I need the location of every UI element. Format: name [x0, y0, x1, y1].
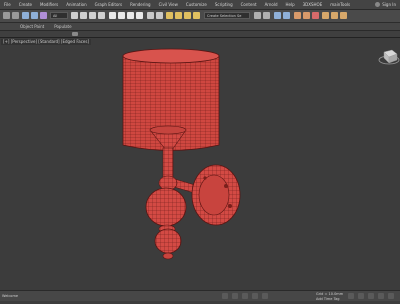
user-avatar-icon	[375, 2, 381, 7]
selection-region-icon[interactable]	[89, 12, 96, 19]
render-production-icon[interactable]	[340, 12, 347, 19]
menu-rendering[interactable]: Rendering	[126, 0, 154, 9]
menu-civil-view[interactable]: Civil View	[155, 0, 182, 9]
zoom-icon[interactable]	[358, 293, 364, 299]
sign-in-label: Sign In	[382, 2, 396, 7]
angle-snap-icon[interactable]	[175, 12, 182, 19]
selection-filter-dropdown[interactable]: All	[50, 12, 68, 19]
ribbon-expand-icon[interactable]	[72, 32, 78, 36]
menu-graph-editors[interactable]: Graph Editors	[91, 0, 126, 9]
menu-arnold[interactable]: Arnold	[261, 0, 282, 9]
ribbon-tabs: Object Paint Populate	[0, 23, 400, 31]
sign-in-button[interactable]: Sign In	[375, 0, 396, 9]
perspective-viewport[interactable]: [+] [Perspective] [Standard] [Edged Face…	[0, 37, 400, 291]
menu-maintools[interactable]: mainTools	[326, 0, 354, 9]
placement-icon[interactable]	[136, 12, 143, 19]
scale-icon[interactable]	[127, 12, 134, 19]
spinner-snap-icon[interactable]	[193, 12, 200, 19]
bind-space-warp-icon[interactable]	[40, 12, 47, 19]
menu-create[interactable]: Create	[15, 0, 36, 9]
mirror-icon[interactable]	[254, 12, 261, 19]
menu-customize[interactable]: Customize	[182, 0, 211, 9]
align-icon[interactable]	[263, 12, 270, 19]
scene-explorer-icon[interactable]	[274, 12, 281, 19]
undo-icon[interactable]	[3, 12, 10, 19]
x-coordinate-field[interactable]	[242, 293, 248, 299]
render-setup-icon[interactable]	[322, 12, 329, 19]
unlink-icon[interactable]	[31, 12, 38, 19]
viewport-scene	[122, 48, 400, 260]
schematic-view-icon[interactable]	[303, 12, 310, 19]
menu-file[interactable]: File	[0, 0, 15, 9]
menu-help[interactable]: Help	[282, 0, 299, 9]
maximize-viewport-icon[interactable]	[388, 293, 394, 299]
add-time-tag[interactable]: Add Time Tag	[316, 294, 340, 304]
ribbon-populate[interactable]: Populate	[49, 24, 76, 29]
move-icon[interactable]	[109, 12, 116, 19]
menu-animation[interactable]: Animation	[62, 0, 90, 9]
layer-explorer-icon[interactable]	[283, 12, 290, 19]
rendered-frame-icon[interactable]	[331, 12, 338, 19]
menu-modifiers[interactable]: Modifiers	[36, 0, 62, 9]
play-animation-icon[interactable]	[348, 293, 354, 299]
curve-editor-icon[interactable]	[294, 12, 301, 19]
main-toolbar: All Create Selection Se	[0, 10, 400, 23]
pivot-center-icon[interactable]	[156, 12, 163, 19]
menu-bar: File Create Modifiers Animation Graph Ed…	[0, 0, 400, 10]
menu-scripting[interactable]: Scripting	[211, 0, 237, 9]
view-coordinate-icon[interactable]	[147, 12, 154, 19]
wall-plate-mesh	[191, 164, 241, 226]
y-coordinate-field[interactable]	[252, 293, 258, 299]
pan-icon[interactable]	[378, 293, 384, 299]
selection-set-dropdown[interactable]: Create Selection Se	[204, 12, 250, 19]
menu-3dxshoe[interactable]: 3DXSHOE	[299, 0, 327, 9]
select-object-icon[interactable]	[71, 12, 78, 19]
percent-snap-icon[interactable]	[184, 12, 191, 19]
orbit-icon[interactable]	[368, 293, 374, 299]
absolute-mode-icon[interactable]	[232, 293, 238, 299]
viewcube-icon[interactable]	[378, 49, 400, 65]
ribbon-object-paint[interactable]: Object Paint	[0, 24, 49, 29]
material-editor-icon[interactable]	[312, 12, 319, 19]
menu-content[interactable]: Content	[237, 0, 261, 9]
redo-icon[interactable]	[12, 12, 19, 19]
status-bar: Welcome Grid = 10.0mm Add Time Tag	[0, 290, 400, 301]
select-by-name-icon[interactable]	[80, 12, 87, 19]
window-crossing-icon[interactable]	[98, 12, 105, 19]
link-icon[interactable]	[22, 12, 29, 19]
rotate-icon[interactable]	[118, 12, 125, 19]
z-coordinate-field[interactable]	[262, 293, 268, 299]
lamp-socket-mesh	[149, 125, 187, 183]
lock-selection-icon[interactable]	[222, 293, 228, 299]
snaps-toggle-icon[interactable]	[166, 12, 173, 19]
